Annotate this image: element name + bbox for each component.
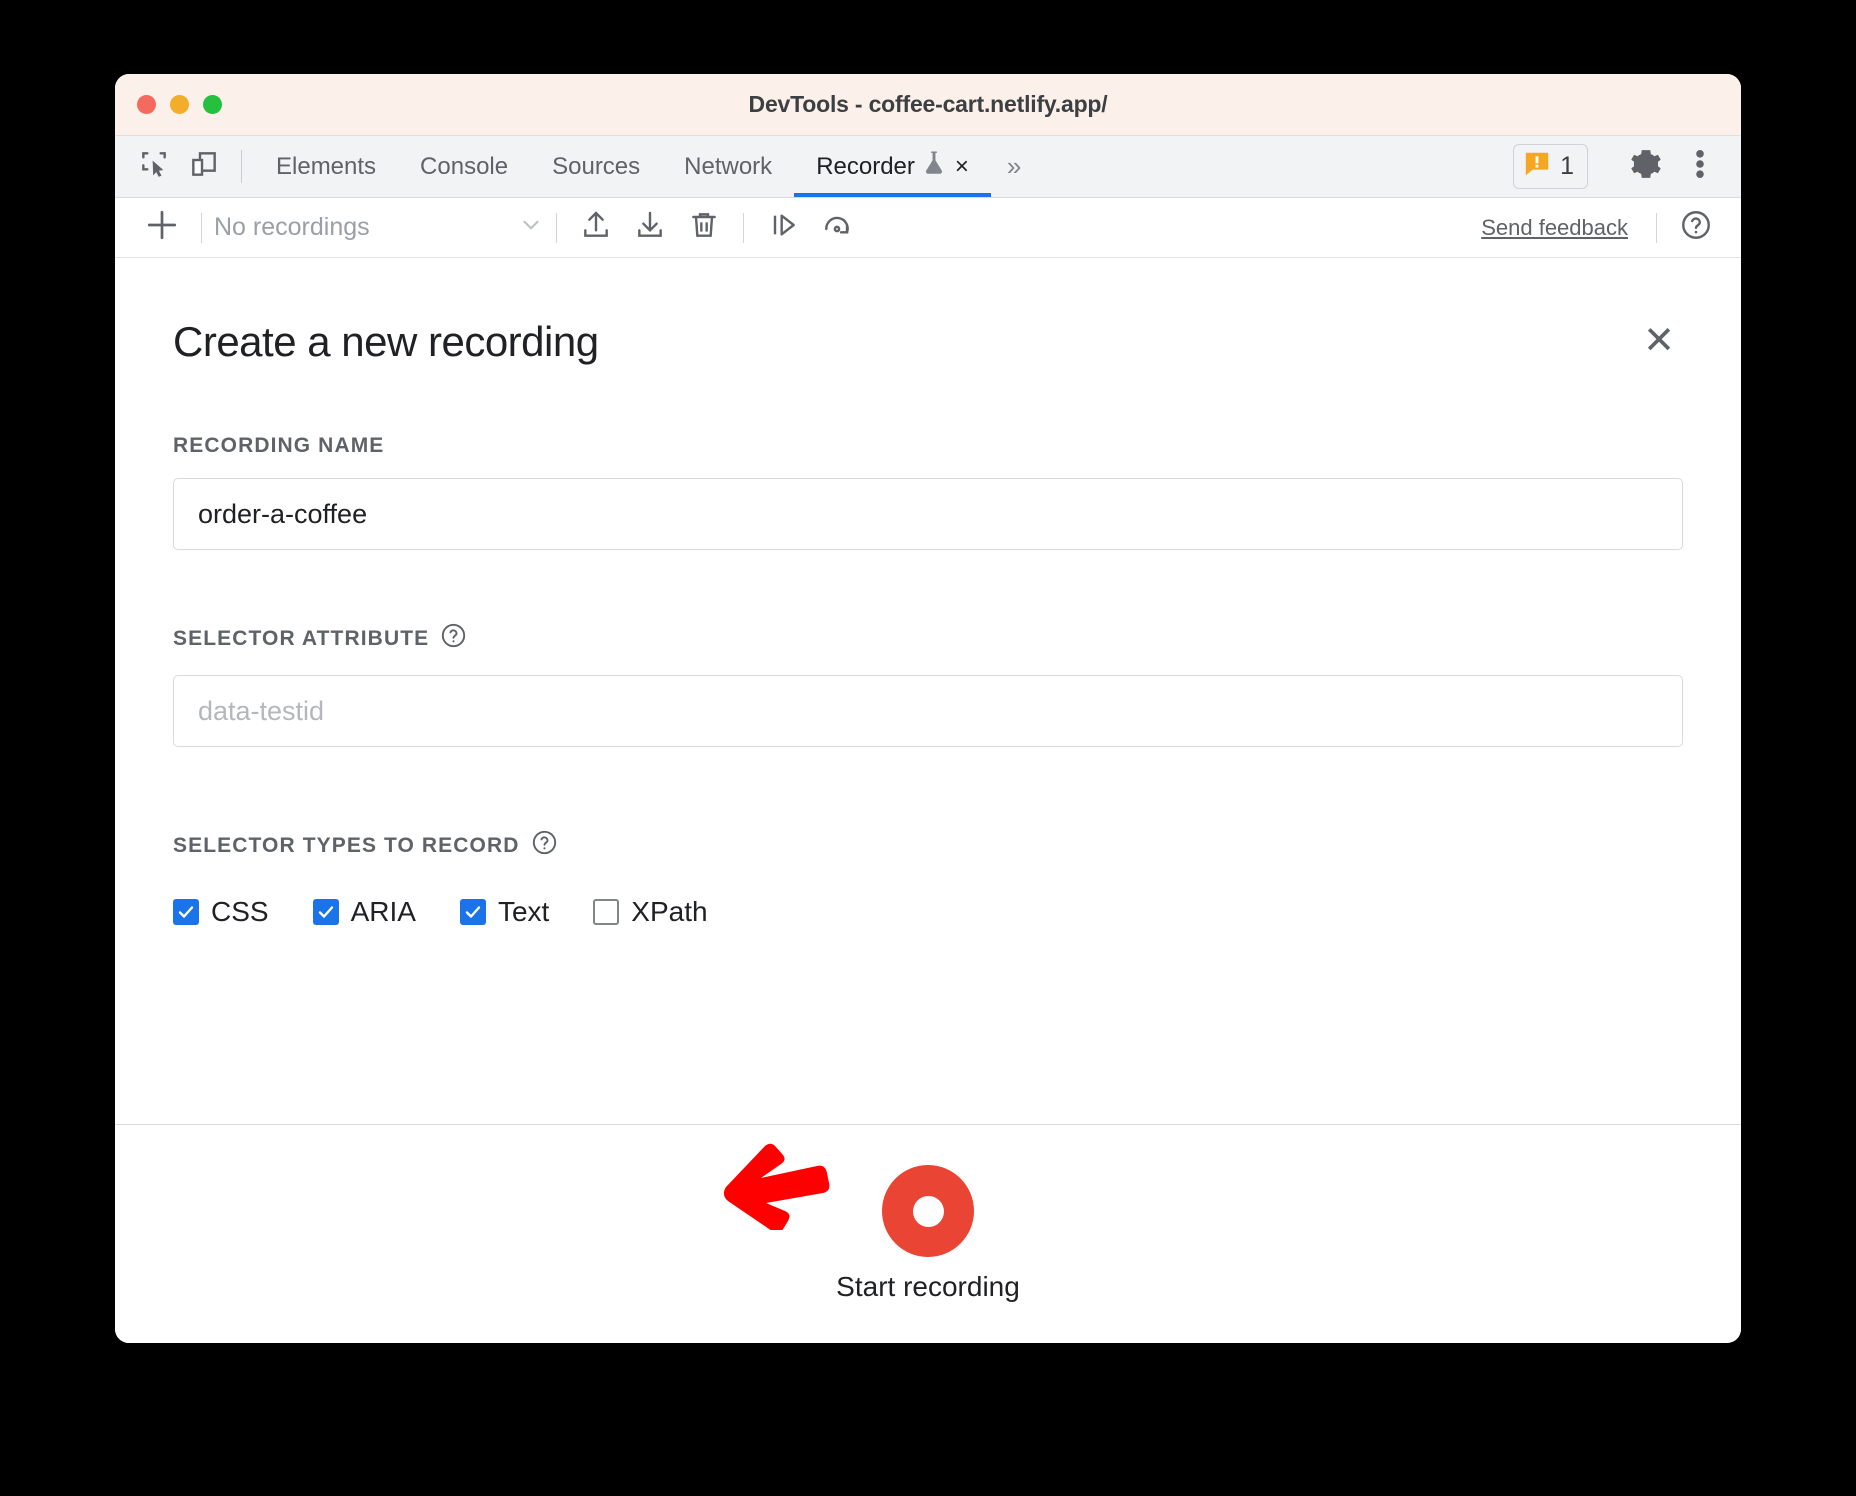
toolbar-divider-3 — [743, 213, 744, 243]
zoom-window-button[interactable] — [203, 95, 222, 114]
close-window-button[interactable] — [137, 95, 156, 114]
export-recording-button[interactable] — [569, 205, 623, 251]
upload-icon — [580, 209, 612, 246]
devtools-tabbar: Elements Console Sources Network Recorde… — [115, 136, 1741, 198]
selector-types-label: SELECTOR TYPES TO RECORD — [173, 829, 1683, 862]
replay-button[interactable] — [810, 205, 864, 251]
settings-gear-icon — [1629, 147, 1663, 186]
checkbox-aria-box[interactable] — [313, 899, 339, 925]
tab-console[interactable]: Console — [398, 136, 530, 197]
device-toolbar-button[interactable] — [179, 136, 229, 197]
recordings-select-label: No recordings — [214, 213, 518, 242]
send-feedback-link[interactable]: Send feedback — [1481, 215, 1644, 241]
toolbar-divider-2 — [556, 213, 557, 243]
selector-attribute-label: SELECTOR ATTRIBUTE — [173, 622, 1683, 655]
selector-types-help-icon[interactable] — [531, 829, 558, 862]
checkbox-css[interactable]: CSS — [173, 896, 269, 928]
selector-attribute-input[interactable]: data-testid — [173, 675, 1683, 747]
help-button[interactable] — [1669, 205, 1723, 251]
recorder-toolbar-actions: Send feedback — [1481, 205, 1723, 251]
start-recording-button[interactable] — [882, 1165, 974, 1257]
experiment-flask-icon — [923, 150, 945, 183]
delete-recording-button[interactable] — [677, 205, 731, 251]
recordings-select[interactable]: No recordings — [214, 212, 544, 243]
recording-name-label: RECORDING NAME — [173, 434, 1683, 458]
record-dot-center — [913, 1196, 944, 1227]
selector-types-label-text: SELECTOR TYPES TO RECORD — [173, 834, 520, 858]
selector-attribute-label-text: SELECTOR ATTRIBUTE — [173, 627, 429, 651]
help-circle-icon — [1679, 208, 1713, 247]
tabbar-divider — [241, 150, 242, 183]
selector-attribute-help-icon[interactable] — [440, 622, 467, 655]
device-toolbar-icon — [188, 148, 220, 185]
checkbox-css-label: CSS — [211, 896, 269, 928]
replay-icon — [821, 209, 853, 246]
toolbar-divider-4 — [1656, 213, 1657, 243]
checkbox-text[interactable]: Text — [460, 896, 549, 928]
page-title: Create a new recording — [173, 318, 599, 366]
recording-name-input[interactable]: order-a-coffee — [173, 478, 1683, 550]
tab-recorder-close-icon[interactable]: × — [955, 155, 969, 179]
trash-icon — [688, 209, 720, 246]
minimize-window-button[interactable] — [170, 95, 189, 114]
chevron-down-icon — [518, 212, 544, 243]
panel-body: Create a new recording ✕ RECORDING NAME … — [115, 258, 1741, 1124]
checkbox-aria-label: ARIA — [351, 896, 416, 928]
close-panel-button[interactable]: ✕ — [1635, 318, 1683, 364]
checkbox-xpath-box[interactable] — [593, 899, 619, 925]
warning-count: 1 — [1560, 152, 1574, 181]
tab-elements[interactable]: Elements — [254, 136, 398, 197]
inspect-element-icon — [138, 148, 170, 185]
checkbox-css-box[interactable] — [173, 899, 199, 925]
checkbox-xpath[interactable]: XPath — [593, 896, 707, 928]
add-recording-button[interactable] — [135, 205, 189, 251]
step-play-icon — [767, 209, 799, 246]
tab-sources[interactable]: Sources — [530, 136, 662, 197]
import-recording-button[interactable] — [623, 205, 677, 251]
tab-list: Elements Console Sources Network Recorde… — [254, 136, 1037, 197]
selector-types-options: CSS ARIA Text — [173, 896, 1683, 928]
tab-sources-label: Sources — [552, 153, 640, 181]
create-recording-panel: Create a new recording ✕ RECORDING NAME … — [115, 258, 1741, 1343]
selector-types-group: SELECTOR TYPES TO RECORD — [173, 829, 1683, 928]
tab-recorder-label: Recorder — [816, 153, 915, 181]
kebab-menu-icon — [1687, 148, 1713, 185]
recorder-toolbar: No recordings — [115, 198, 1741, 258]
tab-console-label: Console — [420, 153, 508, 181]
recording-name-label-text: RECORDING NAME — [173, 434, 384, 458]
traffic-lights — [137, 74, 222, 135]
tab-recorder[interactable]: Recorder × — [794, 136, 991, 197]
warning-badge[interactable]: 1 — [1513, 144, 1588, 189]
checkbox-text-box[interactable] — [460, 899, 486, 925]
window-titlebar: DevTools - coffee-cart.netlify.app/ — [115, 74, 1741, 136]
tab-network-label: Network — [684, 153, 772, 181]
recording-name-group: RECORDING NAME order-a-coffee — [173, 434, 1683, 550]
tabbar-actions: 1 — [1513, 136, 1725, 197]
panel-footer: Start recording — [115, 1124, 1741, 1343]
selector-attribute-group: SELECTOR ATTRIBUTE data-testid — [173, 622, 1683, 747]
selector-attribute-placeholder: data-testid — [198, 696, 324, 727]
window-title: DevTools - coffee-cart.netlify.app/ — [115, 91, 1741, 118]
download-icon — [634, 209, 666, 246]
inspect-element-button[interactable] — [129, 136, 179, 197]
checkbox-xpath-label: XPath — [631, 896, 707, 928]
start-recording-label: Start recording — [836, 1271, 1020, 1303]
plus-icon — [145, 208, 179, 247]
tab-elements-label: Elements — [276, 153, 376, 181]
step-replay-button[interactable] — [756, 205, 810, 251]
recording-name-value: order-a-coffee — [198, 499, 367, 530]
toolbar-divider-1 — [201, 213, 202, 243]
settings-button[interactable] — [1621, 147, 1671, 186]
checkbox-text-label: Text — [498, 896, 549, 928]
more-tabs-button[interactable]: » — [991, 136, 1037, 197]
main-menu-button[interactable] — [1675, 148, 1725, 185]
devtools-window: DevTools - coffee-cart.netlify.app/ — [115, 74, 1741, 1343]
warning-icon — [1523, 150, 1551, 183]
tab-network[interactable]: Network — [662, 136, 794, 197]
checkbox-aria[interactable]: ARIA — [313, 896, 416, 928]
panel-header: Create a new recording ✕ — [173, 318, 1683, 366]
